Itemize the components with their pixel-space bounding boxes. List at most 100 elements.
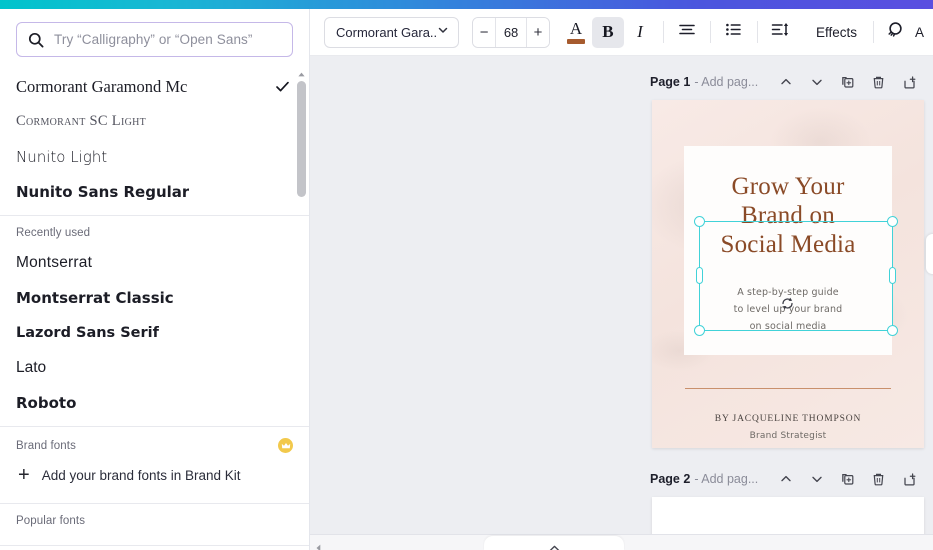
section-label: Brand fonts <box>16 440 76 452</box>
add-page-title-label[interactable]: - Add pag... <box>694 75 758 89</box>
duplicate-icon[interactable] <box>832 71 863 93</box>
plus-icon: + <box>18 465 30 485</box>
design-canvas-area[interactable]: Page 1 - Add pag... <box>310 56 933 534</box>
font-name-label: Cormorant SC Light <box>16 113 146 130</box>
text-selection-frame[interactable] <box>699 221 893 331</box>
design-page-1[interactable]: Grow Your Brand on Social Media A step-b… <box>652 100 924 448</box>
crown-icon <box>278 438 293 453</box>
page-title: Page 2 <box>650 472 690 486</box>
font-name-label: Montserrat <box>16 254 92 272</box>
selection-handle-bottom-left[interactable] <box>694 325 705 336</box>
brand-fonts-header: Brand fonts <box>0 427 309 459</box>
animate-icon <box>887 21 907 44</box>
chevron-down-icon[interactable] <box>801 71 832 93</box>
chevron-up-icon[interactable] <box>770 71 801 93</box>
font-search-box[interactable] <box>16 22 293 57</box>
chevron-down-icon[interactable] <box>801 468 832 490</box>
selection-handle-top-right[interactable] <box>887 216 898 227</box>
trash-icon[interactable] <box>863 71 894 93</box>
export-icon[interactable] <box>894 71 925 93</box>
selection-handle-mid-left[interactable] <box>696 267 703 284</box>
text-align-button[interactable] <box>671 17 703 48</box>
recently-used-header: Recently used <box>0 216 309 245</box>
export-icon[interactable] <box>894 468 925 490</box>
font-family-dropdown[interactable]: Cormorant Gara.. <box>324 17 459 48</box>
font-panel-sidebar: Cormorant Garamond Mc Cormorant SC Light… <box>0 9 310 550</box>
toolbar-separator <box>663 21 664 43</box>
line-spacing-button[interactable] <box>765 17 797 48</box>
popular-fonts-header: Popular fonts <box>0 504 309 533</box>
scrollbar-thumb[interactable] <box>297 81 306 197</box>
font-name-label: Nunito Light <box>16 148 107 166</box>
animate-label[interactable]: A <box>913 25 933 40</box>
bullet-list-icon <box>725 22 742 42</box>
section-label: Popular fonts <box>16 515 85 527</box>
search-input[interactable] <box>54 23 281 56</box>
chevron-up-icon[interactable] <box>770 468 801 490</box>
horizontal-scrollbar-bar[interactable] <box>310 534 933 550</box>
font-list-item-nunito-light[interactable]: Nunito Light <box>0 139 309 174</box>
text-formatting-toolbar: Cormorant Gara.. − 68 + A B I <box>310 9 933 56</box>
italic-glyph: I <box>637 22 643 42</box>
font-list-item-cormorant-sc-light[interactable]: Cormorant SC Light <box>0 104 309 139</box>
rotate-cursor-icon <box>780 296 795 311</box>
caret-left-icon[interactable] <box>316 539 321 550</box>
brand-gradient-bar <box>0 0 933 9</box>
trash-icon[interactable] <box>863 468 894 490</box>
font-list-item-lazord-sans-serif[interactable]: Lazord Sans Serif <box>0 315 309 350</box>
font-color-button[interactable]: A <box>560 17 592 48</box>
italic-button[interactable]: I <box>624 17 656 48</box>
font-list-item-nunito-sans-regular[interactable]: Nunito Sans Regular <box>0 174 309 209</box>
scroll-up-arrow-icon[interactable] <box>297 69 306 79</box>
align-center-icon <box>678 22 696 42</box>
line-spacing-icon <box>771 22 790 42</box>
design-byline[interactable]: BY JACQUELINE THOMPSON <box>652 414 924 424</box>
section-label: Recently used <box>16 227 90 239</box>
add-brand-fonts-label: Add your brand fonts in Brand Kit <box>42 468 241 483</box>
font-name-label: Roboto <box>16 394 76 412</box>
selection-handle-top-left[interactable] <box>694 216 705 227</box>
sidebar-scrollbar[interactable] <box>297 69 306 539</box>
toolbar-separator <box>873 21 874 43</box>
bold-button[interactable]: B <box>592 17 624 48</box>
font-list-item-lato[interactable]: Lato <box>0 350 309 385</box>
bullet-list-button[interactable] <box>718 17 750 48</box>
duplicate-icon[interactable] <box>832 468 863 490</box>
font-name-label: Lato <box>16 359 46 377</box>
font-name-label: Montserrat Classic <box>16 289 174 307</box>
font-list-scroll-area[interactable]: Cormorant Garamond Mc Cormorant SC Light… <box>0 69 309 550</box>
design-heading-line-1[interactable]: Grow Your <box>652 172 924 201</box>
font-color-glyph: A <box>570 20 582 37</box>
page-navigator-toggle[interactable] <box>484 536 624 550</box>
effects-button[interactable]: Effects <box>807 25 866 40</box>
search-icon <box>28 32 44 48</box>
section-divider <box>0 545 309 546</box>
font-size-decrease-button[interactable]: − <box>473 18 495 47</box>
font-name-label: Lazord Sans Serif <box>16 325 159 341</box>
font-list-item-cormorant-garamond-mc[interactable]: Cormorant Garamond Mc <box>0 69 309 104</box>
page-title: Page 1 <box>650 75 690 89</box>
font-size-increase-button[interactable]: + <box>527 18 549 47</box>
page-2-header: Page 2 - Add pag... <box>650 468 925 490</box>
font-size-stepper: − 68 + <box>472 17 550 48</box>
font-name-label: Nunito Sans Regular <box>16 183 189 201</box>
design-role[interactable]: Brand Strategist <box>652 431 924 441</box>
selection-handle-mid-right[interactable] <box>889 267 896 284</box>
font-color-swatch <box>567 39 585 44</box>
page-1-header: Page 1 - Add pag... <box>650 71 925 93</box>
check-icon <box>274 78 291 95</box>
font-size-value[interactable]: 68 <box>495 18 527 47</box>
canvas-right-edge-handle[interactable] <box>926 234 933 274</box>
font-list-item-roboto[interactable]: Roboto <box>0 385 309 420</box>
font-list-item-montserrat[interactable]: Montserrat <box>0 245 309 280</box>
chevron-up-icon <box>549 539 560 550</box>
add-brand-fonts-button[interactable]: + Add your brand fonts in Brand Kit <box>0 459 309 489</box>
font-list-item-montserrat-classic[interactable]: Montserrat Classic <box>0 280 309 315</box>
add-page-title-label[interactable]: - Add pag... <box>694 472 758 486</box>
font-name-label: Cormorant Garamond Mc <box>16 77 187 97</box>
toolbar-separator <box>710 21 711 43</box>
font-family-value: Cormorant Gara.. <box>336 25 437 40</box>
design-page-2[interactable] <box>652 497 924 534</box>
selection-handle-bottom-right[interactable] <box>887 325 898 336</box>
animate-button[interactable] <box>881 17 913 48</box>
